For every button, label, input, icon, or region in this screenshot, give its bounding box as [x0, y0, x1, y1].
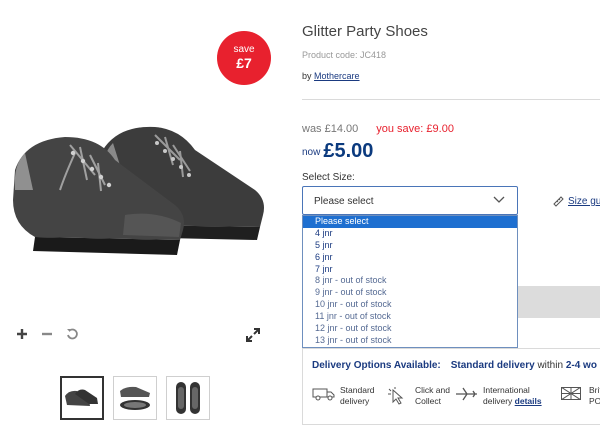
price-now-line: now £5.00 [302, 140, 373, 163]
plane-icon [456, 387, 477, 401]
reset-icon [67, 328, 78, 340]
product-title: Glitter Party Shoes [302, 23, 428, 40]
plus-icon [17, 329, 27, 339]
thumbnail-3[interactable] [166, 376, 210, 420]
product-gallery: save £7 [0, 0, 290, 425]
shoes-thumbnail [120, 386, 150, 410]
size-select[interactable]: Please select [302, 186, 518, 215]
minus-icon [42, 332, 52, 336]
size-label: Select Size: [302, 172, 355, 183]
size-option[interactable]: 6 jnr [303, 252, 517, 264]
expand-icon [246, 328, 260, 342]
save-badge-label: save [233, 44, 255, 55]
delivery-heading: Delivery Options Available: [312, 360, 441, 371]
size-option[interactable]: Please select [303, 216, 517, 228]
cursor-click-icon [388, 387, 404, 405]
fullscreen-button[interactable] [245, 327, 261, 343]
product-code: Product code: JC418 [302, 50, 387, 60]
now-label: now [302, 147, 321, 158]
size-option[interactable]: 4 jnr [303, 228, 517, 240]
size-option[interactable]: 5 jnr [303, 240, 517, 252]
delivery-option-line1: Standard [340, 385, 375, 395]
zoom-out-button[interactable] [39, 326, 55, 342]
size-option[interactable]: 8 jnr - out of stock [303, 275, 517, 287]
brand-link[interactable]: Mothercare [314, 71, 360, 81]
brand-prefix: by [302, 71, 312, 81]
size-select-value: Please select [314, 196, 374, 207]
was-price: was £14.00 [302, 123, 359, 135]
price-was-line: was £14.00 you save: £9.00 [302, 123, 454, 135]
product-details: Glitter Party Shoes Product code: JC418 … [302, 0, 600, 425]
thumbnail-2[interactable] [113, 376, 157, 420]
chevron-down-icon [493, 196, 505, 203]
delivery-days: 2-4 wo [565, 360, 597, 371]
reset-zoom-button[interactable] [64, 326, 80, 342]
zoom-in-button[interactable] [14, 326, 30, 342]
now-price: £5.00 [323, 140, 374, 162]
brand-line: by Mothercare [302, 71, 360, 81]
delivery-option-line1: Briti [589, 385, 600, 395]
delivery-within: within [537, 360, 564, 371]
add-to-basket-button[interactable] [512, 286, 600, 318]
delivery-heading-line: Delivery Options Available: Standard deli… [312, 360, 597, 371]
standard-delivery-label: Standard delivery [450, 360, 535, 371]
delivery-option-line1: Click and [415, 385, 450, 395]
size-option[interactable]: 12 jnr - out of stock [303, 323, 517, 335]
delivery-option-line2: delivery [483, 396, 513, 406]
size-option[interactable]: 13 jnr - out of stock [303, 335, 517, 347]
save-badge-amount: £7 [236, 55, 252, 71]
size-option[interactable]: 10 jnr - out of stock [303, 299, 517, 311]
size-option[interactable]: 9 jnr - out of stock [303, 287, 517, 299]
save-badge: save £7 [217, 31, 271, 85]
shoes-thumbnail [65, 389, 98, 406]
delivery-option-line2: delivery [340, 396, 370, 406]
shoes-thumbnail [176, 382, 200, 414]
zoom-controls [14, 326, 80, 342]
van-icon [312, 388, 335, 401]
delivery-details-link[interactable]: details [515, 396, 542, 406]
thumbnail-strip [60, 376, 210, 420]
shoes-image [13, 126, 264, 255]
size-guide-link[interactable]: Size gu [568, 196, 600, 207]
thumbnail-1[interactable] [60, 376, 104, 420]
delivery-options: Delivery Options Available: Standard deli… [302, 348, 600, 425]
size-option[interactable]: 11 jnr - out of stock [303, 311, 517, 323]
delivery-option-line1: International [483, 385, 530, 395]
you-save: you save: £9.00 [376, 123, 454, 135]
uk-flag-icon [561, 387, 581, 400]
delivery-option-line2: Collect [415, 396, 441, 406]
delivery-option-line2: PO a [589, 396, 600, 406]
size-option[interactable]: 7 jnr [303, 264, 517, 276]
ruler-icon [553, 196, 564, 207]
size-dropdown: Please select 4 jnr 5 jnr 6 jnr 7 jnr 8 jnr -… [302, 215, 518, 348]
divider [302, 99, 600, 100]
